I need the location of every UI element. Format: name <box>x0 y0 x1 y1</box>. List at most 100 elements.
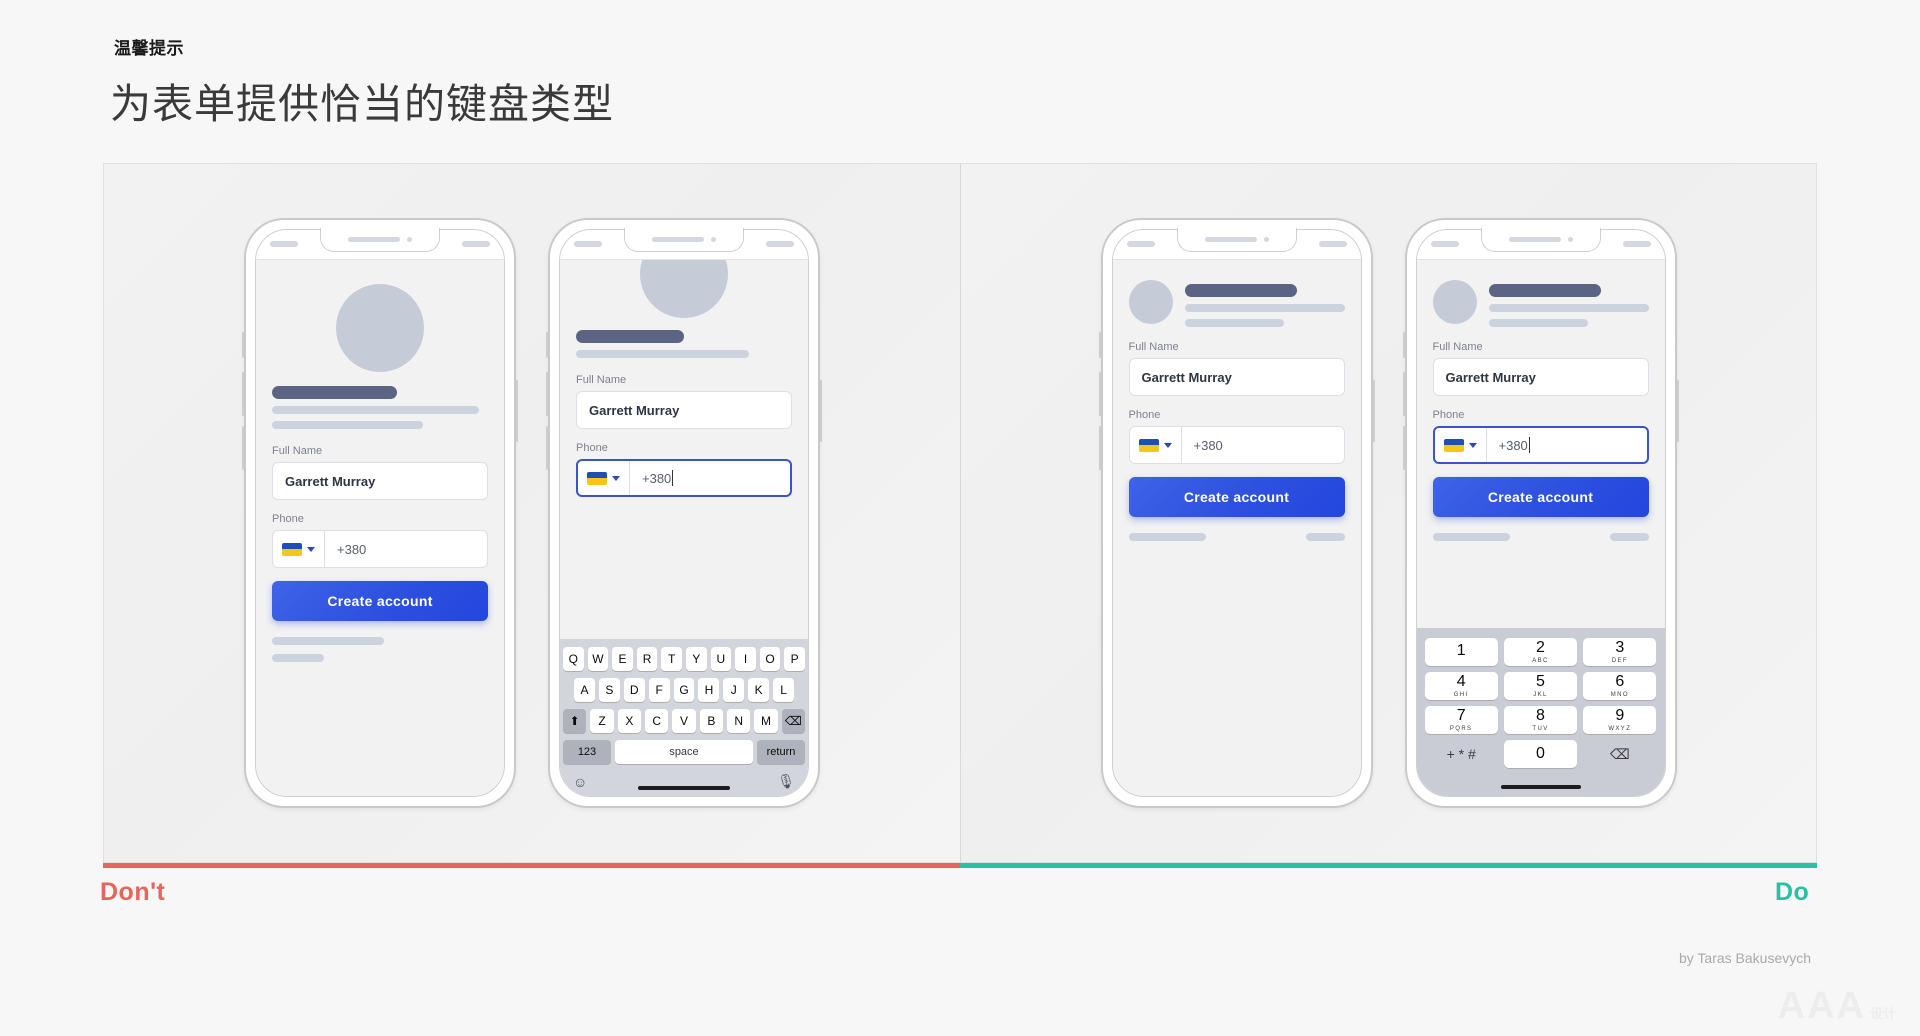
phone-label: Phone <box>272 513 304 525</box>
key-a[interactable]: A <box>574 678 595 702</box>
country-code-selector[interactable] <box>578 461 630 495</box>
phone-number-input[interactable]: +380 <box>1487 428 1647 462</box>
status-right-placeholder <box>1622 241 1651 247</box>
numbers-key[interactable]: 123 <box>563 740 611 764</box>
key-m[interactable]: M <box>754 709 778 733</box>
key-k[interactable]: K <box>748 678 770 702</box>
phone-input-group-focused[interactable]: +380 <box>1432 426 1649 464</box>
phone-input-group[interactable]: +380 <box>272 530 488 568</box>
phone-notch <box>320 228 440 252</box>
phone-notch <box>624 228 744 252</box>
phone-mockup-2: Full Name Garrett Murray Phone +380 Q W … <box>546 218 822 808</box>
status-left-placeholder <box>574 241 602 247</box>
numpad-key-3[interactable]: 3 DEF <box>1583 638 1657 666</box>
numpad-key-digit: 2 <box>1536 639 1545 656</box>
create-account-button[interactable]: Create account <box>1432 477 1649 517</box>
key-w[interactable]: W <box>587 647 609 671</box>
keyboard-row-4: 123 space return <box>563 740 805 764</box>
camera-icon <box>1567 237 1573 242</box>
key-i[interactable]: I <box>735 647 756 671</box>
emoji-icon[interactable]: ☺ <box>573 774 587 790</box>
credit-text: by Taras Bakusevych <box>1679 950 1812 966</box>
key-d[interactable]: D <box>623 678 645 702</box>
key-q[interactable]: Q <box>563 647 584 671</box>
numpad-key-5[interactable]: 5 JKL <box>1503 672 1578 700</box>
numpad-key-letters: MNO <box>1610 692 1629 698</box>
numeric-keypad[interactable]: 1 2 ABC 3 DEF 4 GHI 5 JKL 6 MNO 7 PQRS 8… <box>1416 628 1665 796</box>
create-account-button[interactable]: Create account <box>272 581 488 621</box>
phone-volume-down <box>1402 426 1405 470</box>
placeholder-line <box>272 406 480 414</box>
phone-mockup-3: Full Name Garrett Murray Phone +380 Crea <box>1098 218 1375 808</box>
key-f[interactable]: F <box>648 678 670 702</box>
numpad-key-2[interactable]: 2 ABC <box>1503 638 1578 666</box>
shift-key[interactable]: ⬆ <box>563 709 587 733</box>
numpad-key-digit: 7 <box>1456 707 1466 724</box>
phone-number-input[interactable]: +380 <box>325 531 487 567</box>
full-name-input[interactable]: Garrett Murray <box>1128 358 1345 396</box>
key-e[interactable]: E <box>612 647 633 671</box>
phone-input-group-focused[interactable]: +380 <box>576 459 792 497</box>
ukraine-flag-icon <box>587 471 607 485</box>
phone-input-group[interactable]: +380 <box>1128 426 1345 464</box>
phone-mockup-1: Full Name Garrett Murray Phone +380 Crea <box>242 218 518 808</box>
key-z[interactable]: Z <box>590 709 614 733</box>
create-account-button[interactable]: Create account <box>1128 477 1345 517</box>
full-name-input[interactable]: Garrett Murray <box>272 462 488 500</box>
key-c[interactable]: C <box>645 709 669 733</box>
phone-side-button <box>1098 332 1101 358</box>
key-o[interactable]: O <box>759 647 781 671</box>
key-j[interactable]: J <box>723 678 745 702</box>
country-code-selector[interactable] <box>1435 428 1487 462</box>
numpad-backspace-key[interactable]: ⌫ <box>1583 740 1656 768</box>
do-rule <box>960 863 1817 868</box>
key-x[interactable]: X <box>617 709 641 733</box>
speaker-icon <box>348 237 400 242</box>
backspace-key[interactable]: ⌫ <box>781 709 805 733</box>
key-s[interactable]: S <box>598 678 620 702</box>
camera-icon <box>407 237 412 242</box>
key-h[interactable]: H <box>698 678 720 702</box>
key-g[interactable]: G <box>673 678 695 702</box>
full-name-input[interactable]: Garrett Murray <box>576 391 792 429</box>
key-u[interactable]: U <box>710 647 732 671</box>
text-cursor <box>672 470 674 486</box>
phone-number-input[interactable]: +380 <box>630 461 790 495</box>
space-key[interactable]: space <box>615 740 753 764</box>
chevron-down-icon <box>1468 442 1477 448</box>
numpad-symbols-key[interactable]: + * # <box>1425 740 1498 768</box>
phone-side-button <box>1402 332 1405 358</box>
numpad-key-9[interactable]: 9 WXYZ <box>1583 706 1657 734</box>
placeholder-line <box>1488 319 1588 327</box>
profile-header <box>1128 280 1345 327</box>
key-t[interactable]: T <box>661 647 682 671</box>
phone-number-input[interactable]: +380 <box>1182 427 1344 463</box>
placeholder-line <box>1305 533 1345 541</box>
key-p[interactable]: P <box>784 647 805 671</box>
keyboard-row-3: ⬆ Z X C V B N M ⌫ <box>563 709 805 733</box>
numpad-key-4[interactable]: 4 GHI <box>1424 672 1498 700</box>
numpad-key-letters: DEF <box>1611 658 1628 664</box>
numpad-key-8[interactable]: 8 TUV <box>1503 706 1578 734</box>
placeholder-line <box>1432 533 1511 541</box>
country-code-selector[interactable] <box>273 531 325 567</box>
numpad-key-1[interactable]: 1 <box>1424 638 1498 666</box>
numpad-key-6[interactable]: 6 MNO <box>1583 672 1657 700</box>
key-r[interactable]: R <box>636 647 658 671</box>
phone-volume-up <box>1402 372 1405 416</box>
key-b[interactable]: B <box>699 709 723 733</box>
qwerty-keyboard[interactable]: Q W E R T Y U I O P A S D F G H J K L ⬆ … <box>560 639 808 796</box>
country-code-selector[interactable] <box>1130 427 1182 463</box>
phone-label: Phone <box>576 442 608 454</box>
key-n[interactable]: N <box>726 709 751 733</box>
microphone-icon[interactable]: 🎙 <box>777 773 795 790</box>
key-v[interactable]: V <box>672 709 696 733</box>
placeholder-title-bar <box>1184 284 1297 297</box>
numpad-key-7[interactable]: 7 PQRS <box>1424 706 1498 734</box>
return-key[interactable]: return <box>757 740 805 764</box>
full-name-label: Full Name <box>576 374 627 386</box>
full-name-input[interactable]: Garrett Murray <box>1432 358 1649 396</box>
key-l[interactable]: L <box>773 678 795 702</box>
key-y[interactable]: Y <box>686 647 707 671</box>
numpad-key-0[interactable]: 0 <box>1503 740 1578 768</box>
